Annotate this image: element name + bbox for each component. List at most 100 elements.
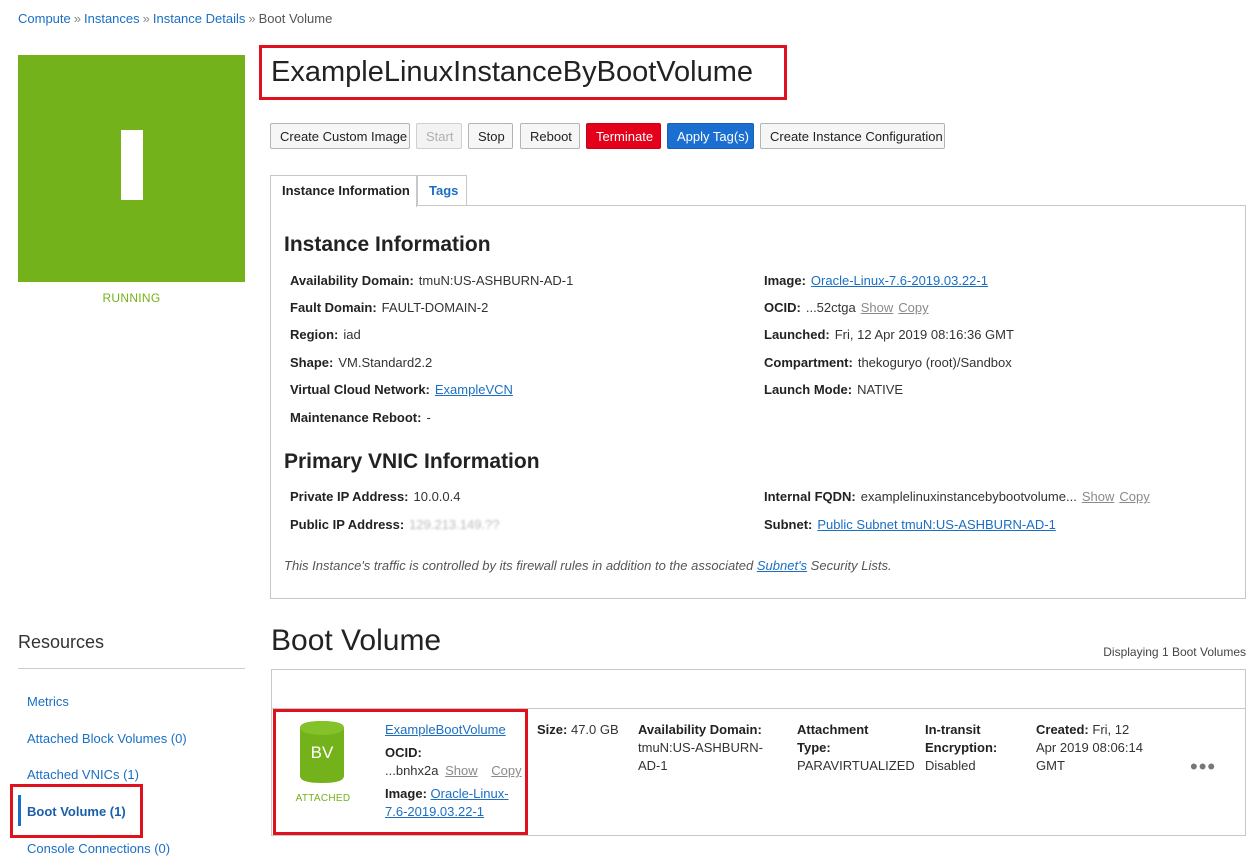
availability-domain-cell: Availability Domain: tmuN:US-ASHBURN- AD… bbox=[638, 721, 763, 775]
ad-value-line1: tmuN:US-ASHBURN- bbox=[638, 740, 763, 755]
instance-icon-tile bbox=[18, 55, 245, 282]
start-button[interactable]: Start bbox=[416, 123, 462, 149]
public-ip-field: Public IP Address: 129.213.149.?? bbox=[290, 517, 500, 532]
field-value: VM.Standard2.2 bbox=[338, 355, 433, 370]
field-value: ...52ctga bbox=[805, 300, 856, 315]
field-label: OCID: bbox=[764, 300, 801, 315]
row-actions-menu-icon[interactable]: ••• bbox=[1190, 756, 1216, 778]
field-value: tmuN:US-ASHBURN-AD-1 bbox=[418, 273, 574, 288]
tab-instance-information[interactable]: Instance Information bbox=[270, 175, 417, 207]
field-value: FAULT-DOMAIN-2 bbox=[381, 300, 489, 315]
ocid-show-link[interactable]: Show bbox=[861, 300, 894, 315]
image-link[interactable]: Oracle-Linux-7.6-2019.03.22-1 bbox=[811, 273, 988, 288]
resource-item-metrics[interactable]: Metrics bbox=[27, 694, 69, 709]
subnet-link[interactable]: Public Subnet tmuN:US-ASHBURN-AD-1 bbox=[817, 517, 1055, 532]
apply-tags-button[interactable]: Apply Tag(s) bbox=[667, 123, 754, 149]
field-label: Shape: bbox=[290, 355, 334, 370]
field-value: NATIVE bbox=[857, 382, 904, 397]
field-value: Fri, 12 Apr 2019 08:16:36 GMT bbox=[834, 327, 1014, 342]
attachment-value: PARAVIRTUALIZED bbox=[797, 758, 915, 773]
encryption-label-line2: Encryption: bbox=[925, 740, 998, 755]
created-cell: Created: Fri, 12 Apr 2019 08:06:14 GMT bbox=[1036, 721, 1143, 775]
breadcrumb-current: Boot Volume bbox=[258, 11, 333, 26]
vnic-information-heading: Primary VNIC Information bbox=[284, 450, 540, 473]
boot-volume-highlight-box bbox=[10, 784, 143, 838]
field-label: Private IP Address: bbox=[290, 489, 409, 504]
instance-information-heading: Instance Information bbox=[284, 233, 491, 256]
breadcrumb-instance-details[interactable]: Instance Details bbox=[153, 11, 246, 26]
fqdn-show-link[interactable]: Show bbox=[1082, 489, 1115, 504]
boot-volume-count: Displaying 1 Boot Volumes bbox=[1103, 645, 1246, 659]
compartment-field: Compartment: thekoguryo (root)/Sandbox bbox=[764, 355, 1012, 370]
availability-domain-field: Availability Domain: tmuN:US-ASHBURN-AD-1 bbox=[290, 273, 573, 288]
resource-item-vnics[interactable]: Attached VNICs (1) bbox=[27, 767, 139, 782]
ocid-copy-link[interactable]: Copy bbox=[898, 300, 928, 315]
ad-value-line2: AD-1 bbox=[638, 758, 668, 773]
field-label: Fault Domain: bbox=[290, 300, 377, 315]
field-value: examplelinuxinstancebybootvolume... bbox=[860, 489, 1077, 504]
breadcrumb: Compute» Instances» Instance Details» Boot … bbox=[18, 11, 332, 26]
field-value: - bbox=[426, 410, 431, 425]
field-label: Launched: bbox=[764, 327, 830, 342]
encryption-cell: In-transit Encryption: Disabled bbox=[925, 721, 997, 775]
field-label: Compartment: bbox=[764, 355, 853, 370]
size-value: 47.0 GB bbox=[570, 722, 619, 737]
field-label: Maintenance Reboot: bbox=[290, 410, 422, 425]
field-label: Region: bbox=[290, 327, 339, 342]
size-label: Size: bbox=[537, 722, 568, 737]
private-ip-field: Private IP Address: 10.0.0.4 bbox=[290, 489, 461, 504]
launched-field: Launched: Fri, 12 Apr 2019 08:16:36 GMT bbox=[764, 327, 1014, 342]
terminate-button[interactable]: Terminate bbox=[586, 123, 661, 149]
breadcrumb-separator: » bbox=[142, 11, 150, 26]
size-cell: Size: 47.0 GB bbox=[537, 721, 619, 739]
field-value: iad bbox=[343, 327, 361, 342]
resource-item-block-volumes[interactable]: Attached Block Volumes (0) bbox=[27, 731, 187, 746]
image-field: Image: Oracle-Linux-7.6-2019.03.22-1 bbox=[764, 273, 988, 288]
tab-tags[interactable]: Tags bbox=[417, 175, 467, 206]
instance-state: RUNNING bbox=[102, 291, 161, 305]
encryption-value: Disabled bbox=[925, 758, 976, 773]
create-custom-image-button[interactable]: Create Custom Image bbox=[270, 123, 410, 149]
boot-volume-title: Boot Volume bbox=[271, 624, 442, 657]
stop-button[interactable]: Stop bbox=[468, 123, 513, 149]
vcn-link[interactable]: ExampleVCN bbox=[435, 382, 513, 397]
created-line2: Apr 2019 08:06:14 bbox=[1036, 740, 1143, 755]
note-text: Security Lists. bbox=[807, 558, 892, 573]
fault-domain-field: Fault Domain: FAULT-DOMAIN-2 bbox=[290, 300, 488, 315]
field-label: Virtual Cloud Network: bbox=[290, 382, 430, 397]
subnet-security-link[interactable]: Subnet's bbox=[757, 558, 807, 573]
attachment-type-cell: Attachment Type: PARAVIRTUALIZED bbox=[797, 721, 915, 775]
resources-title: Resources bbox=[18, 632, 105, 652]
resource-item-console-connections[interactable]: Console Connections (0) bbox=[27, 841, 170, 856]
instance-info-panel: Instance Information Availability Domain… bbox=[270, 205, 1246, 599]
ocid-field: OCID: ...52ctga Show Copy bbox=[764, 300, 929, 315]
field-label: Subnet: bbox=[764, 517, 813, 532]
ad-label: Availability Domain: bbox=[638, 722, 762, 737]
encryption-label-line1: In-transit bbox=[925, 722, 981, 737]
field-label: Image: bbox=[764, 273, 806, 288]
field-value: 129.213.149.?? bbox=[409, 517, 500, 532]
vcn-field: Virtual Cloud Network: ExampleVCN bbox=[290, 382, 513, 397]
reboot-button[interactable]: Reboot bbox=[520, 123, 580, 149]
breadcrumb-separator: » bbox=[73, 11, 81, 26]
breadcrumb-instances[interactable]: Instances bbox=[84, 11, 140, 26]
field-label: Availability Domain: bbox=[290, 273, 414, 288]
field-label: Public IP Address: bbox=[290, 517, 405, 532]
maintenance-reboot-field: Maintenance Reboot: - bbox=[290, 410, 431, 425]
created-label: Created: bbox=[1036, 722, 1089, 737]
page-title: ExampleLinuxInstanceByBootVolume bbox=[271, 56, 754, 88]
field-value: 10.0.0.4 bbox=[413, 489, 461, 504]
shape-field: Shape: VM.Standard2.2 bbox=[290, 355, 432, 370]
launch-mode-field: Launch Mode: NATIVE bbox=[764, 382, 903, 397]
attachment-label-line2: Type: bbox=[797, 740, 831, 755]
breadcrumb-compute[interactable]: Compute bbox=[18, 11, 71, 26]
note-text: This Instance's traffic is controlled by… bbox=[284, 558, 757, 573]
attachment-label-line1: Attachment bbox=[797, 722, 869, 737]
firewall-note: This Instance's traffic is controlled by… bbox=[284, 558, 892, 573]
region-field: Region: iad bbox=[290, 327, 361, 342]
internal-fqdn-field: Internal FQDN: examplelinuxinstancebyboot… bbox=[764, 489, 1150, 504]
created-line1: Created: Fri, 12 bbox=[1036, 721, 1143, 739]
field-value: thekoguryo (root)/Sandbox bbox=[857, 355, 1012, 370]
fqdn-copy-link[interactable]: Copy bbox=[1119, 489, 1149, 504]
create-instance-configuration-button[interactable]: Create Instance Configuration bbox=[760, 123, 945, 149]
